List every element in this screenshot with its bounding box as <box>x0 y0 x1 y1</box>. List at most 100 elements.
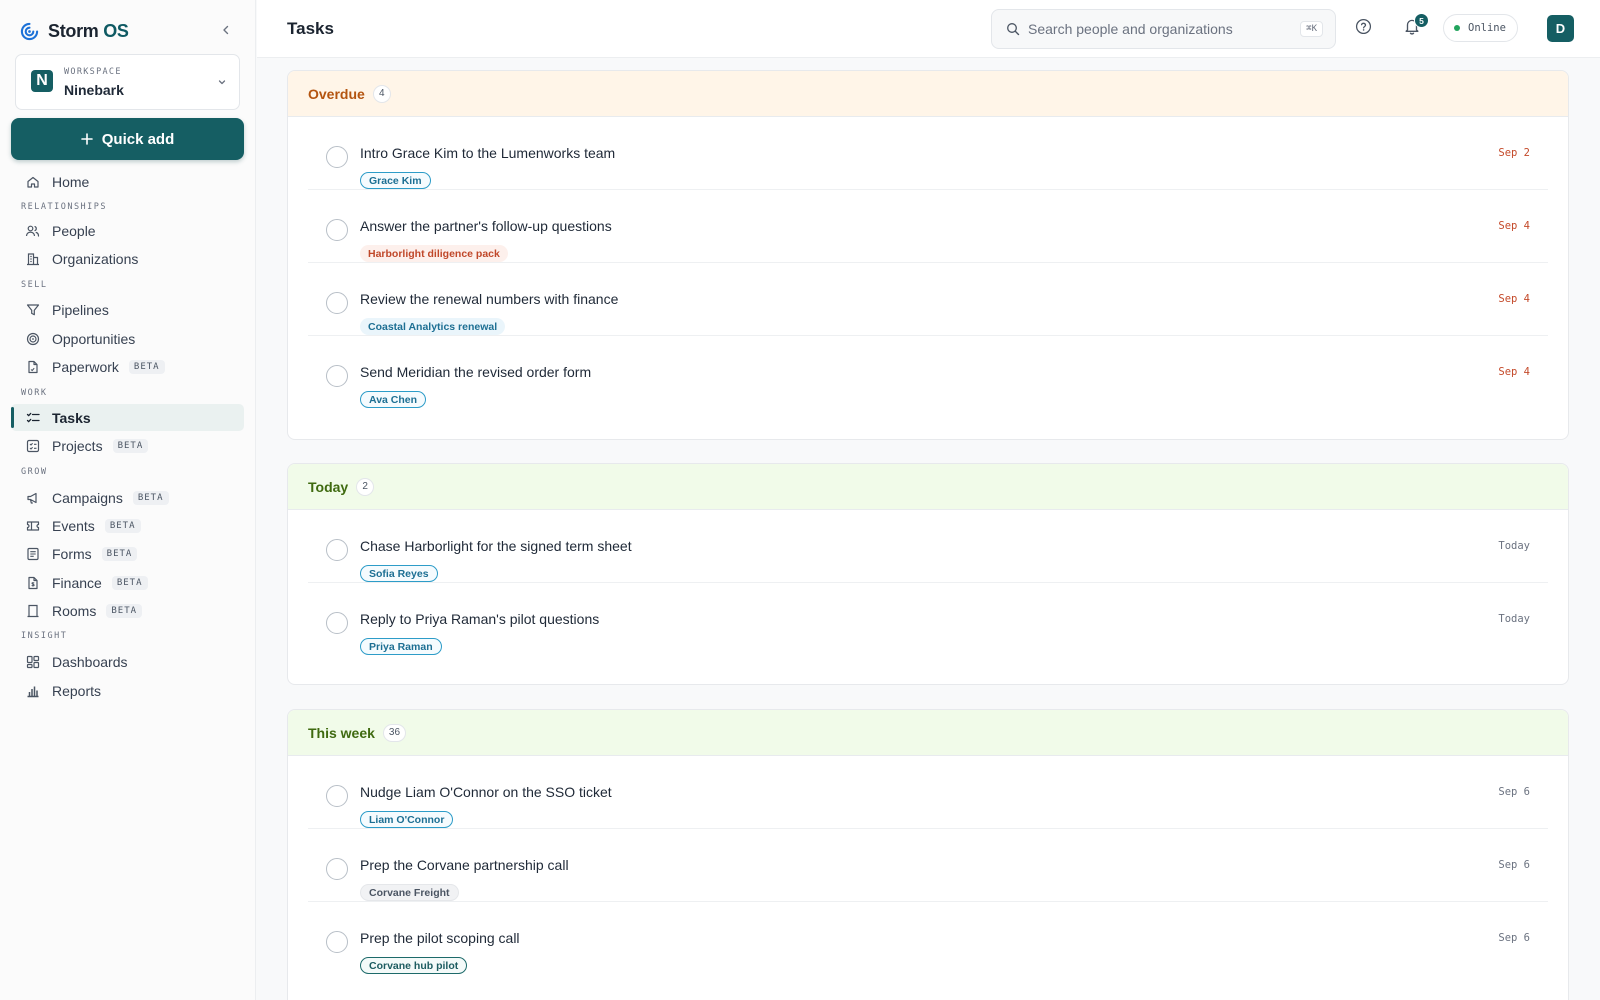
task-tag[interactable]: Priya Raman <box>360 638 442 655</box>
task-complete-checkbox[interactable] <box>326 785 348 807</box>
group-header-this-week[interactable]: This week 36 <box>288 710 1568 756</box>
storm-logo-icon <box>20 22 39 41</box>
task-row[interactable]: Chase Harborlight for the signed term sh… <box>308 510 1548 583</box>
sidebar-item-paperwork[interactable]: Paperwork BETA <box>11 353 244 380</box>
task-complete-checkbox[interactable] <box>326 931 348 953</box>
beta-badge: BETA <box>128 359 165 374</box>
building-icon <box>25 251 40 266</box>
sidebar-item-pipelines[interactable]: Pipelines <box>11 296 244 323</box>
task-tag[interactable]: Liam O'Connor <box>360 811 454 828</box>
task-title[interactable]: Send Meridian the revised order form <box>360 364 591 380</box>
user-avatar[interactable]: D <box>1547 15 1574 42</box>
sidebar-item-people[interactable]: People <box>11 217 244 244</box>
task-complete-checkbox[interactable] <box>326 858 348 880</box>
task-due-date: Today <box>1498 540 1530 552</box>
task-complete-checkbox[interactable] <box>326 292 348 314</box>
task-tag[interactable]: Sofia Reyes <box>360 565 438 582</box>
task-row[interactable]: Intro Grace Kim to the Lumenworks team G… <box>308 117 1548 190</box>
section-label-work: WORK <box>21 388 48 398</box>
search-input[interactable] <box>1028 19 1288 39</box>
task-title[interactable]: Chase Harborlight for the signed term sh… <box>360 538 632 554</box>
group-today: Today 2 Chase Harborlight for the signed… <box>287 463 1569 685</box>
task-row[interactable]: Review the renewal numbers with finance … <box>308 263 1548 336</box>
group-count: 4 <box>372 84 391 103</box>
task-title[interactable]: Answer the partner's follow-up questions <box>360 218 612 234</box>
task-tag[interactable]: Corvane hub pilot <box>360 957 468 974</box>
task-tag[interactable]: Grace Kim <box>360 172 431 189</box>
task-due-date: Sep 6 <box>1498 786 1530 798</box>
sidebar-item-organizations[interactable]: Organizations <box>11 245 244 272</box>
task-title[interactable]: Review the renewal numbers with finance <box>360 291 618 307</box>
brand-name: Storm OS <box>48 20 129 41</box>
beta-badge: BETA <box>106 603 143 618</box>
group-header-overdue[interactable]: Overdue 4 <box>288 71 1568 117</box>
form-icon <box>25 546 40 561</box>
funnel-icon <box>25 302 40 317</box>
task-row[interactable]: Nudge Liam O'Connor on the SSO ticket Li… <box>308 756 1548 829</box>
dashboard-grid-icon <box>25 654 40 669</box>
task-title[interactable]: Prep the Corvane partnership call <box>360 857 569 873</box>
task-row[interactable]: Prep the pilot scoping call Corvane hub … <box>308 902 1548 975</box>
collapse-sidebar-button[interactable] <box>216 20 236 40</box>
top-header: Tasks ⌘K 5 Online D <box>257 0 1600 58</box>
task-title[interactable]: Reply to Priya Raman's pilot questions <box>360 611 599 627</box>
bar-chart-icon <box>25 683 40 698</box>
invoice-icon <box>25 575 40 590</box>
task-row[interactable]: Reply to Priya Raman's pilot questions P… <box>308 583 1548 656</box>
task-due-date: Sep 6 <box>1498 932 1530 944</box>
section-label-insight: INSIGHT <box>21 631 68 641</box>
task-complete-checkbox[interactable] <box>326 539 348 561</box>
brand[interactable]: Storm OS <box>20 18 129 44</box>
sidebar-item-events[interactable]: Events BETA <box>11 512 244 539</box>
task-due-date: Today <box>1498 613 1530 625</box>
search-icon <box>1007 23 1020 36</box>
task-title[interactable]: Prep the pilot scoping call <box>360 930 520 946</box>
task-row[interactable]: Send Meridian the revised order form Ava… <box>308 336 1548 409</box>
quick-add-button[interactable]: Quick add <box>11 118 244 160</box>
task-complete-checkbox[interactable] <box>326 219 348 241</box>
sidebar-item-tasks[interactable]: Tasks <box>11 404 244 431</box>
search-box[interactable]: ⌘K <box>991 9 1336 49</box>
task-title[interactable]: Nudge Liam O'Connor on the SSO ticket <box>360 784 612 800</box>
task-complete-checkbox[interactable] <box>326 612 348 634</box>
page-title: Tasks <box>287 19 334 38</box>
sidebar-item-home[interactable]: Home <box>11 168 244 195</box>
sidebar-item-reports[interactable]: Reports <box>11 677 244 704</box>
task-tag[interactable]: Coastal Analytics renewal <box>360 318 506 335</box>
group-header-today[interactable]: Today 2 <box>288 464 1568 510</box>
task-row[interactable]: Prep the Corvane partnership call Corvan… <box>308 829 1548 902</box>
sidebar-item-rooms[interactable]: Rooms BETA <box>11 597 244 624</box>
sidebar-item-forms[interactable]: Forms BETA <box>11 540 244 567</box>
people-icon <box>25 223 40 238</box>
task-title[interactable]: Intro Grace Kim to the Lumenworks team <box>360 145 615 161</box>
sidebar-item-dashboards[interactable]: Dashboards <box>11 648 244 675</box>
task-list: Overdue 4 Intro Grace Kim to the Lumenwo… <box>257 59 1600 1000</box>
help-button[interactable] <box>1355 18 1377 40</box>
beta-badge: BETA <box>104 518 141 533</box>
status-text: Online <box>1468 22 1506 34</box>
task-row[interactable]: Answer the partner's follow-up questions… <box>308 190 1548 263</box>
sidebar-item-finance[interactable]: Finance BETA <box>11 569 244 596</box>
presence-status[interactable]: Online <box>1443 14 1518 42</box>
task-tag[interactable]: Corvane Freight <box>360 884 459 901</box>
task-tag[interactable]: Ava Chen <box>360 391 427 408</box>
project-board-icon <box>25 438 40 453</box>
sidebar-item-campaigns[interactable]: Campaigns BETA <box>11 484 244 511</box>
quick-add-label: Quick add <box>101 130 175 148</box>
task-complete-checkbox[interactable] <box>326 146 348 168</box>
section-label-sell: SELL <box>21 280 48 290</box>
status-dot <box>1454 25 1460 31</box>
section-label-grow: GROW <box>21 467 48 477</box>
task-due-date: Sep 6 <box>1498 859 1530 871</box>
task-complete-checkbox[interactable] <box>326 365 348 387</box>
workspace-name: Ninebark <box>64 82 124 98</box>
task-tag[interactable]: Harborlight diligence pack <box>360 245 508 262</box>
sidebar-item-projects[interactable]: Projects BETA <box>11 432 244 459</box>
workspace-switcher[interactable]: N WORKSPACE Ninebark <box>15 54 240 110</box>
task-due-date: Sep 4 <box>1498 293 1530 305</box>
group-overdue: Overdue 4 Intro Grace Kim to the Lumenwo… <box>287 70 1569 440</box>
chevron-left-icon <box>223 25 229 35</box>
sidebar-item-opportunities[interactable]: Opportunities <box>11 325 244 352</box>
door-icon <box>25 603 40 618</box>
workspace-label: WORKSPACE <box>64 67 122 77</box>
